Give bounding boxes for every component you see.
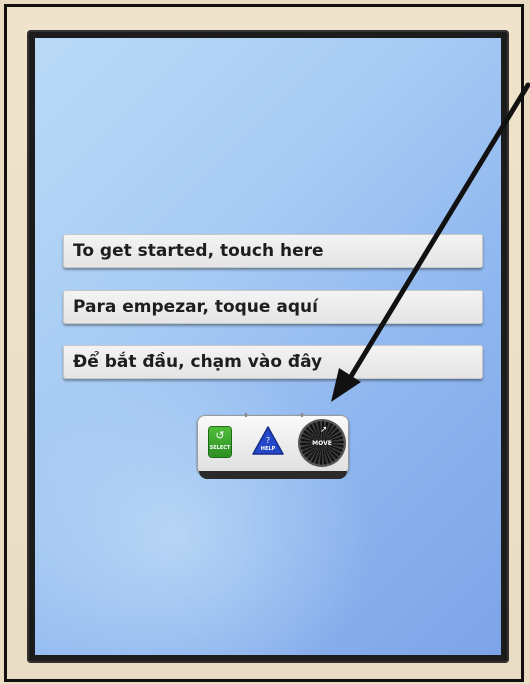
select-key-label: SELECT bbox=[209, 445, 231, 451]
keypad-base bbox=[199, 471, 347, 479]
help-key-label: HELP bbox=[260, 446, 276, 452]
start-button-spanish[interactable]: Para empezar, toque aquí bbox=[63, 290, 483, 324]
start-button-english[interactable]: To get started, touch here bbox=[63, 234, 483, 268]
keypad-tick bbox=[245, 413, 247, 417]
help-key: ? HELP bbox=[251, 425, 285, 457]
move-dial-icon: ➚ MOVE bbox=[300, 421, 344, 465]
start-label-vietnamese: Để bắt đầu, chạm vào đây bbox=[73, 352, 323, 372]
start-button-vietnamese[interactable]: Để bắt đầu, chạm vào đây bbox=[63, 345, 483, 379]
help-triangle-icon: ? bbox=[252, 426, 284, 455]
move-dial-label: MOVE bbox=[312, 440, 332, 447]
start-label-spanish: Para empezar, toque aquí bbox=[73, 297, 318, 317]
svg-text:?: ? bbox=[266, 436, 270, 445]
touch-screen: To get started, touch here Para empezar,… bbox=[35, 38, 501, 655]
move-arrow-icon: ➚ bbox=[320, 425, 328, 435]
start-label-english: To get started, touch here bbox=[73, 241, 324, 261]
keypad-tick bbox=[301, 413, 303, 417]
keypad-image: ↺ SELECT ? HELP ➚ MOVE bbox=[197, 413, 349, 479]
select-key: ↺ SELECT bbox=[209, 427, 231, 457]
select-icon: ↺ bbox=[215, 429, 225, 442]
